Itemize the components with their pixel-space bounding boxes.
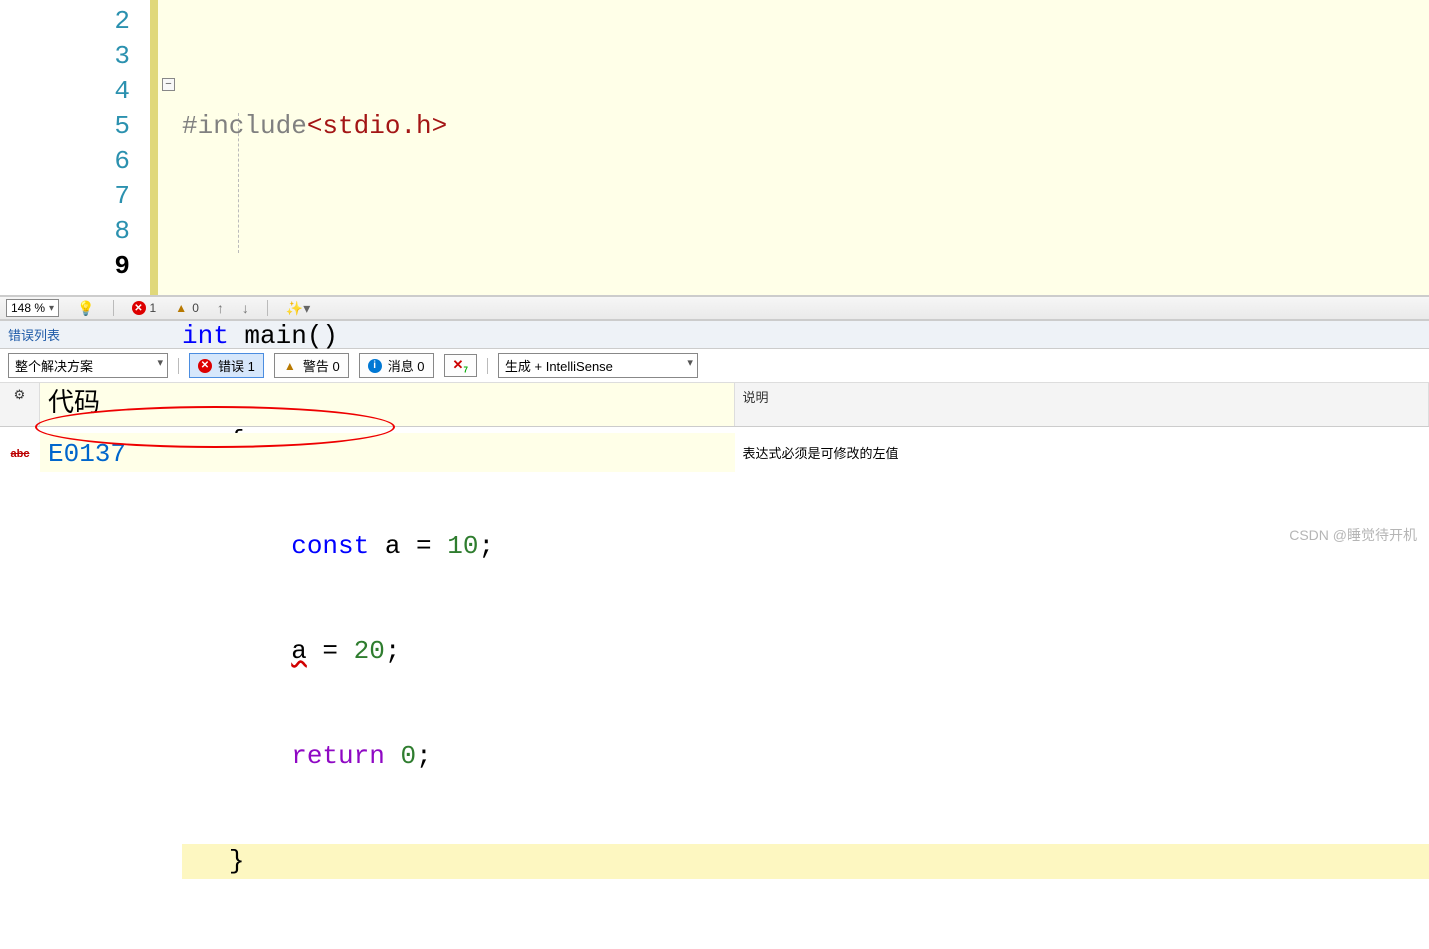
line-number: 2	[0, 4, 130, 39]
code-line	[182, 214, 1429, 249]
zoom-combo[interactable]: 148 %▾	[6, 299, 59, 317]
error-count: 1	[150, 301, 157, 315]
row-error-code: E0137	[40, 433, 735, 472]
keyword-return: return	[291, 741, 385, 771]
fold-toggle-icon[interactable]: −	[162, 78, 175, 91]
semicolon: ;	[416, 741, 432, 771]
number-literal: 20	[354, 636, 385, 666]
line-number: 4	[0, 74, 130, 109]
zoom-value: 148 %	[11, 301, 45, 315]
semicolon: ;	[478, 531, 494, 561]
fold-column: −	[158, 0, 182, 295]
separator	[178, 358, 179, 374]
line-number: 9	[0, 249, 130, 284]
keyword-const: const	[291, 531, 369, 561]
code-content[interactable]: #include<stdio.h> int main() { const a =…	[182, 0, 1429, 295]
code-text: =	[307, 636, 354, 666]
semicolon: ;	[385, 636, 401, 666]
include-header: <stdio.h>	[307, 111, 447, 141]
number-literal: 0	[400, 741, 416, 771]
line-number: 5	[0, 109, 130, 144]
status-error-count[interactable]: ✕ 1	[132, 301, 157, 315]
number-literal: 10	[447, 531, 478, 561]
table-header: ⚙ 代码 说明	[0, 383, 1429, 427]
table-row[interactable]: abc E0137 表达式必须是可修改的左值	[0, 427, 1429, 478]
line-number: 7	[0, 179, 130, 214]
change-indicator-bar	[150, 0, 158, 295]
source-combo[interactable]: 生成 + IntelliSense	[498, 353, 698, 378]
code-editor[interactable]: 2 3 4 5 6 7 8 9 − #include<stdio.h> int …	[0, 0, 1429, 296]
line-number: 8	[0, 214, 130, 249]
code-text: a =	[369, 531, 447, 561]
lightbulb-icon[interactable]: 💡	[77, 300, 94, 317]
keyword-int: int	[182, 321, 229, 351]
watermark-text: CSDN @睡觉待开机	[1289, 525, 1417, 545]
col-header-desc[interactable]: 说明	[735, 383, 1429, 426]
separator	[113, 300, 114, 316]
abc-icon: abc	[11, 448, 30, 460]
line-number-gutter: 2 3 4 5 6 7 8 9	[0, 0, 150, 295]
line-number: 3	[0, 39, 130, 74]
preprocessor-token: #include	[182, 111, 307, 141]
row-icon: abc	[0, 445, 40, 460]
col-header-code[interactable]: 代码	[40, 383, 735, 426]
scope-combo[interactable]: 整个解决方案	[8, 353, 168, 378]
row-error-desc: 表达式必须是可修改的左值	[735, 443, 1429, 462]
error-squiggle: a	[291, 636, 307, 666]
col-header-config[interactable]: ⚙	[0, 383, 40, 426]
error-list-table: ⚙ 代码 说明 abc E0137 表达式必须是可修改的左值	[0, 383, 1429, 478]
func-main: main()	[229, 321, 338, 351]
error-icon: ✕	[132, 301, 146, 315]
line-number: 6	[0, 144, 130, 179]
brace-close: }	[229, 846, 245, 876]
